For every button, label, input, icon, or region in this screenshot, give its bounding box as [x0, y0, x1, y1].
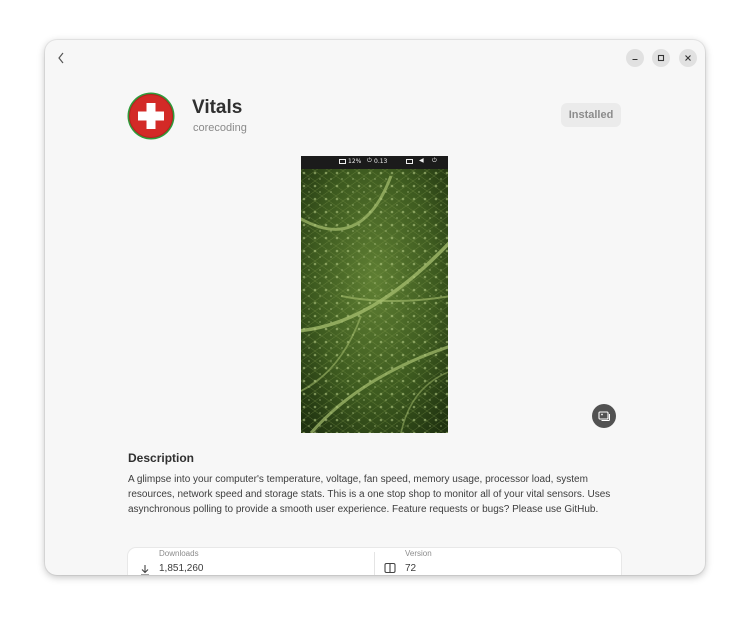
- image-gallery-icon: [598, 411, 610, 422]
- cpu-value: 12%: [348, 158, 362, 165]
- version-value: 72: [405, 563, 417, 574]
- app-developer: corecoding: [193, 122, 247, 134]
- minimize-button[interactable]: [626, 49, 644, 67]
- load-icon: ⏻: [367, 157, 372, 164]
- details-divider: [374, 552, 375, 575]
- back-button[interactable]: [53, 49, 69, 67]
- app-window: Vitals corecoding Installed 12% ⏻ 0.13 ◀…: [45, 40, 705, 575]
- version-label: Version: [405, 549, 432, 558]
- display-icon: [339, 159, 346, 164]
- maximize-icon: [657, 54, 665, 62]
- minimize-icon: [632, 58, 638, 61]
- app-screenshot[interactable]: 12% ⏻ 0.13 ◀ ⏻: [301, 156, 448, 433]
- version-icon: [384, 562, 396, 574]
- close-icon: [685, 55, 691, 61]
- screenshot-topbar: 12% ⏻ 0.13 ◀ ⏻: [301, 156, 448, 169]
- gallery-button[interactable]: [592, 404, 616, 428]
- close-button[interactable]: [679, 49, 697, 67]
- power-icon: ⏻: [432, 157, 437, 164]
- app-icon: [127, 92, 175, 140]
- load-value: 0.13: [374, 158, 388, 165]
- downloads-value: 1,851,260: [159, 563, 204, 574]
- description-text: A glimpse into your computer's temperatu…: [128, 474, 611, 515]
- download-icon: [141, 565, 149, 575]
- maximize-button[interactable]: [652, 49, 670, 67]
- installed-button[interactable]: Installed: [561, 103, 621, 127]
- volume-icon: ◀: [419, 157, 424, 164]
- chevron-left-icon: [58, 52, 64, 64]
- screen-icon: [406, 159, 413, 164]
- downloads-label: Downloads: [159, 549, 199, 558]
- details-card: Downloads 1,851,260 Version 72: [128, 548, 621, 575]
- description-title: Description: [128, 451, 195, 465]
- leaf-image: [301, 156, 448, 433]
- app-name: Vitals: [192, 97, 243, 118]
